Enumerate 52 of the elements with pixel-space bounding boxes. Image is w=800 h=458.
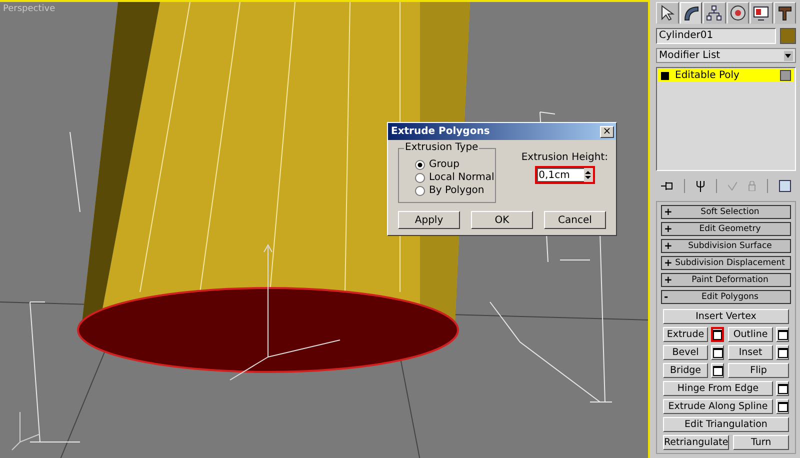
pin-icon[interactable] bbox=[661, 181, 674, 191]
rollout-header[interactable]: + Edit Geometry bbox=[661, 222, 791, 236]
height-label: Extrusion Height: bbox=[521, 152, 608, 163]
spinner-arrows-icon[interactable] bbox=[584, 168, 593, 182]
rollout-header[interactable]: + Soft Selection bbox=[661, 205, 791, 219]
settings-icon[interactable] bbox=[711, 327, 724, 342]
configure-icon[interactable] bbox=[778, 180, 791, 192]
gauge-icon[interactable] bbox=[726, 2, 749, 24]
hierarchy-icon[interactable] bbox=[703, 2, 726, 24]
hammer-icon[interactable] bbox=[774, 2, 796, 24]
tool-button[interactable]: Inset bbox=[728, 345, 773, 360]
tool-button[interactable]: Flip bbox=[728, 363, 789, 378]
toggle-box-icon[interactable] bbox=[780, 70, 791, 81]
object-name-field[interactable]: Cylinder01 bbox=[656, 28, 776, 44]
close-button[interactable]: × bbox=[600, 126, 614, 138]
height-spinner[interactable]: 0,1cm bbox=[534, 166, 595, 184]
check-icon[interactable] bbox=[728, 182, 737, 190]
radio-button[interactable] bbox=[415, 172, 425, 182]
dialog-button[interactable]: Apply bbox=[398, 211, 460, 229]
expand-icon[interactable] bbox=[661, 72, 669, 80]
tool-button[interactable]: Extrude Along Spline bbox=[663, 399, 773, 414]
tool-button[interactable]: Extrude bbox=[663, 327, 708, 342]
dialog-button[interactable]: Cancel bbox=[544, 211, 606, 229]
rollout-header[interactable]: - Edit Polygons bbox=[661, 290, 791, 304]
fork-icon[interactable] bbox=[696, 180, 706, 192]
tool-button[interactable]: Retriangulate bbox=[663, 435, 730, 450]
viewport[interactable]: Perspective Extrude Polygons × Extrusion Type Group Local Normal By Polygon Extrusion Height: 0,1cm Apply OK Cancel bbox=[0, 0, 648, 458]
dialog-title: Extrude Polygons bbox=[391, 126, 490, 137]
monitor-icon[interactable] bbox=[750, 2, 772, 24]
group-label: Extrusion Type bbox=[404, 142, 480, 153]
tool-button[interactable]: Insert Vertex bbox=[663, 309, 789, 324]
dialog-button[interactable]: OK bbox=[471, 211, 533, 229]
tool-button[interactable]: Bridge bbox=[663, 363, 708, 378]
rollout-header[interactable]: + Subdivision Surface bbox=[661, 239, 791, 253]
rollout-header[interactable]: + Subdivision Displacement bbox=[661, 256, 791, 270]
radio-label[interactable]: By Polygon bbox=[429, 185, 484, 196]
tool-button[interactable]: Hinge From Edge bbox=[663, 381, 773, 396]
tool-button[interactable]: Bevel bbox=[663, 345, 708, 360]
curve-icon[interactable] bbox=[680, 2, 702, 24]
radio-label[interactable]: Group bbox=[429, 159, 460, 170]
modifier-list-dropdown[interactable]: Modifier List bbox=[656, 48, 796, 63]
transform-gizmo-icon bbox=[230, 244, 340, 380]
radio-label[interactable]: Local Normal bbox=[429, 172, 494, 183]
stack-item[interactable]: Editable Poly bbox=[658, 69, 794, 82]
tool-button[interactable]: Turn bbox=[733, 435, 789, 450]
rollout-header[interactable]: + Paint Deformation bbox=[661, 273, 791, 287]
radio-button[interactable] bbox=[415, 186, 425, 196]
radio-button[interactable] bbox=[415, 160, 425, 170]
tool-button[interactable]: Edit Triangulation bbox=[663, 417, 789, 432]
tool-button[interactable]: Outline bbox=[728, 327, 773, 342]
color-swatch[interactable] bbox=[780, 28, 796, 44]
axis-tripod-icon bbox=[12, 412, 40, 450]
